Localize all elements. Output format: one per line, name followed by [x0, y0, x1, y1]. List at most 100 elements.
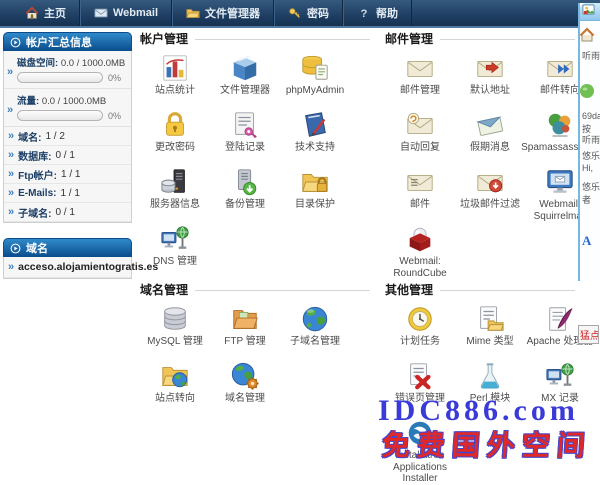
shortcut-backup[interactable]: 备份管理: [210, 165, 280, 222]
progress-bar: [17, 110, 103, 121]
shortcut-site-stats[interactable]: 站点统计: [140, 51, 210, 108]
file-box-icon: [230, 53, 260, 83]
sidebar-meter-traffic: » 流量: 0.0 / 1000.0MB 0%: [4, 89, 131, 127]
shortcut-label: MX 记录: [517, 393, 600, 405]
subdomain-globe-icon: [300, 304, 330, 334]
stat-value: 1 / 1: [60, 188, 79, 199]
shortcut-cron-clock[interactable]: 计划任务: [385, 302, 455, 359]
picture-icon: [582, 3, 595, 21]
section-title: 域名管理: [140, 282, 370, 296]
control-panel-page: { "nav": { "tabs": [ {"label": "主页", "ic…: [0, 0, 600, 462]
shortcut-dir-protect[interactable]: 目录保护: [280, 165, 350, 222]
tab-home[interactable]: 主页: [12, 0, 80, 26]
shortcut-subdomain-globe[interactable]: 子域名管理: [280, 302, 350, 359]
chevron-right-icon: »: [8, 188, 14, 199]
stat-value: 0 / 1: [55, 150, 74, 161]
chevron-right-icon: »: [8, 150, 14, 161]
home-icon: [25, 6, 39, 20]
account-summary-header: 帐户汇总信息: [3, 32, 132, 51]
progress-bar: [17, 72, 103, 83]
shortcut-domain-manage[interactable]: 域名管理: [210, 359, 280, 416]
shortcut-grid: 邮件管理 默认地址 邮件转向 自动回复 假期消息 Spamassassin 设 …: [385, 51, 575, 279]
widget-action-button[interactable]: 猛点: [578, 325, 599, 344]
circle-arrow-icon: [10, 243, 21, 254]
sidebar-stat-databases: » 数据库: 0 / 1: [4, 146, 131, 165]
site-stats-icon: [160, 53, 190, 83]
widget-text-fragment: 69da: [582, 111, 600, 121]
dir-protect-icon: [300, 167, 330, 197]
meter-label: 流量:: [17, 96, 39, 107]
mime-types-icon: [475, 304, 505, 334]
section-title: 邮件管理: [385, 31, 575, 45]
widget-text-fragment: 者: [582, 193, 591, 206]
side-chat-widget: 听雨69da按听雨悠乐Hi,悠乐者A: [578, 3, 600, 281]
shortcut-spam-filter[interactable]: 垃圾邮件过滤: [455, 165, 525, 222]
shortcut-mail-manage[interactable]: 邮件管理: [385, 51, 455, 108]
meter-value: 0.0 / 1000.0MB: [61, 58, 125, 69]
meter-percent: 0%: [108, 111, 121, 121]
sidebar-stat-subdomains: » 子域名: 0 / 1: [4, 203, 131, 222]
tab-webmail[interactable]: Webmail: [80, 0, 172, 26]
key-small-icon: [288, 6, 302, 20]
folder-small-icon: [186, 6, 200, 20]
shortcut-label: phpMyAdmin: [272, 85, 358, 97]
shortcut-server-info[interactable]: 服务器信息: [140, 165, 210, 222]
domain-item[interactable]: » acceso.alojamientogratis.es: [4, 257, 131, 278]
widget-text-fragment: 悠乐: [582, 180, 600, 193]
auto-reply-icon: [405, 110, 435, 140]
squirrelmail-icon: [545, 167, 575, 197]
envelope-small-icon: [94, 6, 108, 20]
mail-manage-icon: [405, 53, 435, 83]
support-book-icon: [300, 110, 330, 140]
shortcut-support-book[interactable]: 技术支持: [280, 108, 350, 165]
nav-bar: 主页 Webmail 文件管理器 密码 ? 帮助: [0, 0, 600, 28]
chevron-right-icon: »: [8, 131, 14, 142]
shortcut-vacation-message[interactable]: 假期消息: [455, 108, 525, 165]
shortcut-grid: 计划任务 Mime 类型 Apache 处理器 错误页管理 Perl 模块 MX…: [385, 302, 575, 473]
spamassassin-icon: [545, 110, 575, 140]
shortcut-label: 域名管理: [202, 393, 288, 405]
section-account-management: 帐户管理 站点统计 文件管理器 phpMyAdmin 更改密码 登陆记录 技术支…: [140, 31, 370, 279]
roundcube-icon: [405, 224, 435, 254]
stat-label: 数据库:: [18, 148, 51, 163]
shortcut-roundcube[interactable]: Webmail: RoundCube: [385, 222, 455, 279]
installatron-icon: [405, 418, 435, 448]
tab-password[interactable]: 密码: [274, 0, 343, 26]
mail-lines-icon: [405, 167, 435, 197]
tab-help[interactable]: ? 帮助: [343, 0, 412, 26]
shortcut-label: Installatron Applications Installer: [377, 450, 463, 485]
shortcut-error-page[interactable]: 错误页管理: [385, 359, 455, 416]
shortcut-mx-record[interactable]: MX 记录: [525, 359, 595, 416]
question-mark-icon: ?: [357, 6, 371, 20]
shortcut-lock[interactable]: 更改密码: [140, 108, 210, 165]
shortcut-auto-reply[interactable]: 自动回复: [385, 108, 455, 165]
chevron-right-icon: »: [7, 67, 13, 78]
mysql-icon: [160, 304, 190, 334]
stat-label: Ftp帐户:: [18, 167, 57, 182]
shortcut-phpmyadmin[interactable]: phpMyAdmin: [280, 51, 350, 108]
chevron-right-icon: »: [8, 169, 14, 180]
shortcut-login-records[interactable]: 登陆记录: [210, 108, 280, 165]
cron-clock-icon: [405, 304, 435, 334]
shortcut-file-box[interactable]: 文件管理器: [210, 51, 280, 108]
shortcut-default-address[interactable]: 默认地址: [455, 51, 525, 108]
account-summary-body: » 磁盘空间: 0.0 / 1000.0MB 0% » 流量: 0.0 / 10…: [3, 51, 132, 223]
perl-flask-icon: [475, 361, 505, 391]
sidebar-stat-emails: » E-Mails: 1 / 1: [4, 184, 131, 203]
tab-file-manager[interactable]: 文件管理器: [172, 0, 274, 26]
shortcut-mail-lines[interactable]: 邮件: [385, 165, 455, 222]
shortcut-ftp-folder[interactable]: FTP 管理: [210, 302, 280, 359]
shortcut-mime-types[interactable]: Mime 类型: [455, 302, 525, 359]
sidebar-meter-disk-space: » 磁盘空间: 0.0 / 1000.0MB 0%: [4, 51, 131, 89]
shortcut-site-redirect[interactable]: 站点转向: [140, 359, 210, 416]
mx-record-icon: [545, 361, 575, 391]
shortcut-mysql[interactable]: MySQL 管理: [140, 302, 210, 359]
nav-tab-label: 帮助: [376, 5, 398, 21]
section-other-management: 其他管理 计划任务 Mime 类型 Apache 处理器 错误页管理 Perl …: [385, 282, 575, 473]
shortcut-installatron[interactable]: Installatron Applications Installer: [385, 416, 455, 473]
backup-icon: [230, 167, 260, 197]
stat-value: 0 / 1: [55, 207, 74, 218]
vacation-message-icon: [475, 110, 505, 140]
shortcut-perl-flask[interactable]: Perl 模块: [455, 359, 525, 416]
house-icon: [579, 27, 595, 48]
